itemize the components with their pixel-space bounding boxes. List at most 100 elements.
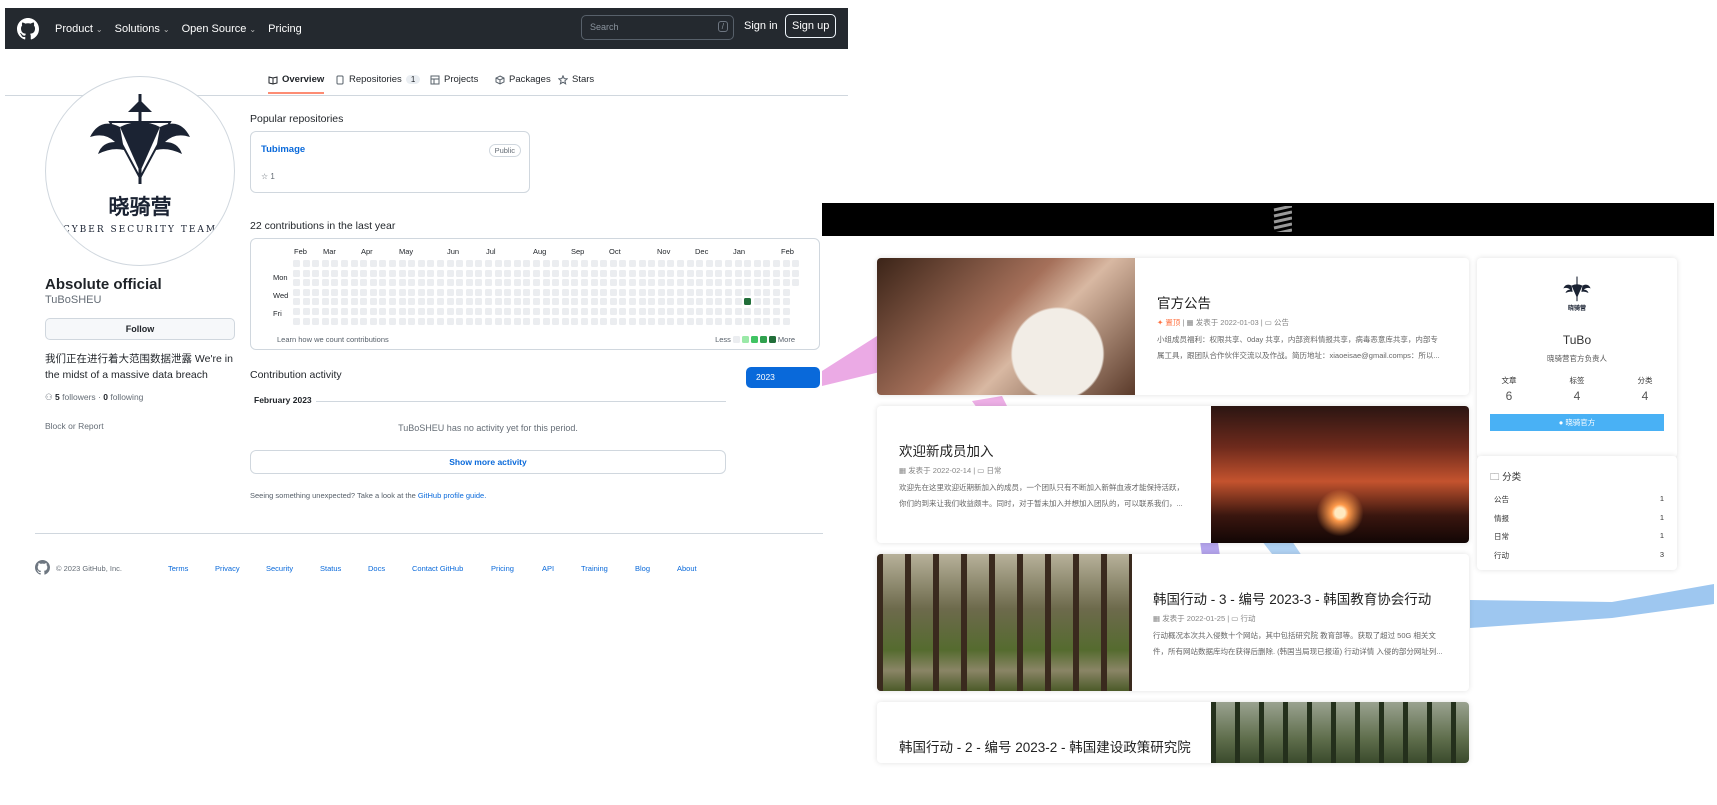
- contribution-day[interactable]: [437, 298, 444, 306]
- contribution-day[interactable]: [427, 260, 435, 267]
- contribution-day[interactable]: [379, 298, 387, 306]
- contribution-day[interactable]: [581, 298, 588, 306]
- contribution-day[interactable]: [552, 298, 560, 306]
- contribution-day[interactable]: [533, 298, 540, 306]
- contribution-day[interactable]: [763, 308, 771, 315]
- contribution-day[interactable]: [744, 288, 752, 296]
- contribution-day[interactable]: [609, 298, 617, 306]
- contribution-day[interactable]: [619, 288, 627, 296]
- post-category[interactable]: 行动: [1240, 614, 1255, 623]
- contribution-day[interactable]: [379, 279, 387, 287]
- contribution-day[interactable]: [398, 308, 406, 315]
- contribution-day[interactable]: [523, 298, 531, 306]
- contribution-day[interactable]: [533, 317, 540, 325]
- contribution-day[interactable]: [312, 298, 320, 306]
- contribution-day[interactable]: [744, 269, 752, 277]
- contribution-day[interactable]: [734, 317, 742, 325]
- contribution-day[interactable]: [302, 279, 310, 287]
- contribution-day[interactable]: [504, 279, 512, 287]
- contribution-day[interactable]: [513, 260, 521, 267]
- contribution-day[interactable]: [293, 308, 300, 315]
- contribution-day[interactable]: [456, 288, 464, 296]
- contribution-day[interactable]: [753, 288, 761, 296]
- contribution-day[interactable]: [302, 260, 310, 267]
- contribution-day[interactable]: [379, 288, 387, 296]
- contribution-day[interactable]: [465, 298, 473, 306]
- contribution-day[interactable]: [485, 260, 492, 267]
- contribution-day[interactable]: [561, 269, 569, 277]
- nav-pricing[interactable]: Pricing: [268, 23, 302, 35]
- contribution-day[interactable]: [427, 308, 435, 315]
- contribution-day[interactable]: [360, 279, 368, 287]
- footer-link-contact[interactable]: Contact GitHub: [412, 564, 463, 573]
- contribution-day[interactable]: [321, 317, 329, 325]
- contribution-day[interactable]: [369, 279, 377, 287]
- contribution-day[interactable]: [542, 260, 550, 267]
- contribution-day[interactable]: [437, 308, 444, 315]
- contribution-day[interactable]: [350, 279, 358, 287]
- contribution-day[interactable]: [475, 279, 483, 287]
- contribution-day[interactable]: [609, 260, 617, 267]
- contribution-day[interactable]: [293, 260, 300, 267]
- contribution-day[interactable]: [360, 308, 368, 315]
- contribution-day[interactable]: [609, 317, 617, 325]
- contribution-day[interactable]: [417, 269, 425, 277]
- stat-articles[interactable]: 文章 6: [1489, 375, 1529, 403]
- contribution-day[interactable]: [561, 298, 569, 306]
- contribution-day[interactable]: [763, 260, 771, 267]
- contribution-day[interactable]: [312, 260, 320, 267]
- contribution-day[interactable]: [571, 279, 579, 287]
- contribution-day[interactable]: [734, 308, 742, 315]
- contribution-day[interactable]: [350, 288, 358, 296]
- tab-repositories[interactable]: Repositories 1: [335, 74, 421, 85]
- contribution-day[interactable]: [350, 298, 358, 306]
- contribution-day[interactable]: [398, 298, 406, 306]
- contribution-day[interactable]: [369, 269, 377, 277]
- contribution-day[interactable]: [773, 260, 780, 267]
- contribution-day[interactable]: [417, 317, 425, 325]
- contribution-day[interactable]: [360, 288, 368, 296]
- category-item[interactable]: 日常 1: [1494, 531, 1664, 542]
- contribution-day[interactable]: [696, 288, 704, 296]
- contribution-day[interactable]: [648, 260, 656, 267]
- contribution-day[interactable]: [523, 269, 531, 277]
- contribution-day[interactable]: [465, 308, 473, 315]
- contribution-day[interactable]: [379, 308, 387, 315]
- contribution-day[interactable]: [686, 279, 694, 287]
- tab-stars[interactable]: Stars: [558, 74, 594, 85]
- contribution-day[interactable]: [581, 308, 588, 315]
- footer-link-status[interactable]: Status: [320, 564, 341, 573]
- contribution-day[interactable]: [667, 269, 675, 277]
- contribution-day[interactable]: [696, 308, 704, 315]
- contribution-day[interactable]: [437, 260, 444, 267]
- profile-guide-link[interactable]: GitHub profile guide.: [418, 491, 486, 500]
- contribution-day[interactable]: [389, 269, 396, 277]
- footer-link-terms[interactable]: Terms: [168, 564, 188, 573]
- contribution-day[interactable]: [446, 279, 454, 287]
- contribution-day[interactable]: [667, 317, 675, 325]
- contribution-day[interactable]: [696, 260, 704, 267]
- contribution-day[interactable]: [331, 279, 339, 287]
- contribution-day[interactable]: [293, 298, 300, 306]
- post-cover-image[interactable]: [1211, 406, 1469, 543]
- contribution-day[interactable]: [456, 308, 464, 315]
- contribution-day[interactable]: [389, 298, 396, 306]
- contribution-day[interactable]: [408, 308, 416, 315]
- contribution-day[interactable]: [763, 288, 771, 296]
- contribution-day[interactable]: [475, 269, 483, 277]
- contribution-day[interactable]: [705, 288, 713, 296]
- contribution-day[interactable]: [657, 298, 665, 306]
- contribution-day[interactable]: [571, 269, 579, 277]
- contribution-day[interactable]: [657, 308, 665, 315]
- contribution-day[interactable]: [581, 260, 588, 267]
- contribution-day[interactable]: [504, 288, 512, 296]
- contribution-day[interactable]: [312, 269, 320, 277]
- contribution-day[interactable]: [427, 288, 435, 296]
- contribution-day[interactable]: [600, 269, 608, 277]
- contribution-day[interactable]: [533, 260, 540, 267]
- contribution-day[interactable]: [504, 269, 512, 277]
- contribution-day[interactable]: [561, 308, 569, 315]
- contribution-day[interactable]: [465, 260, 473, 267]
- contribution-day[interactable]: [734, 279, 742, 287]
- contribution-day[interactable]: [638, 288, 646, 296]
